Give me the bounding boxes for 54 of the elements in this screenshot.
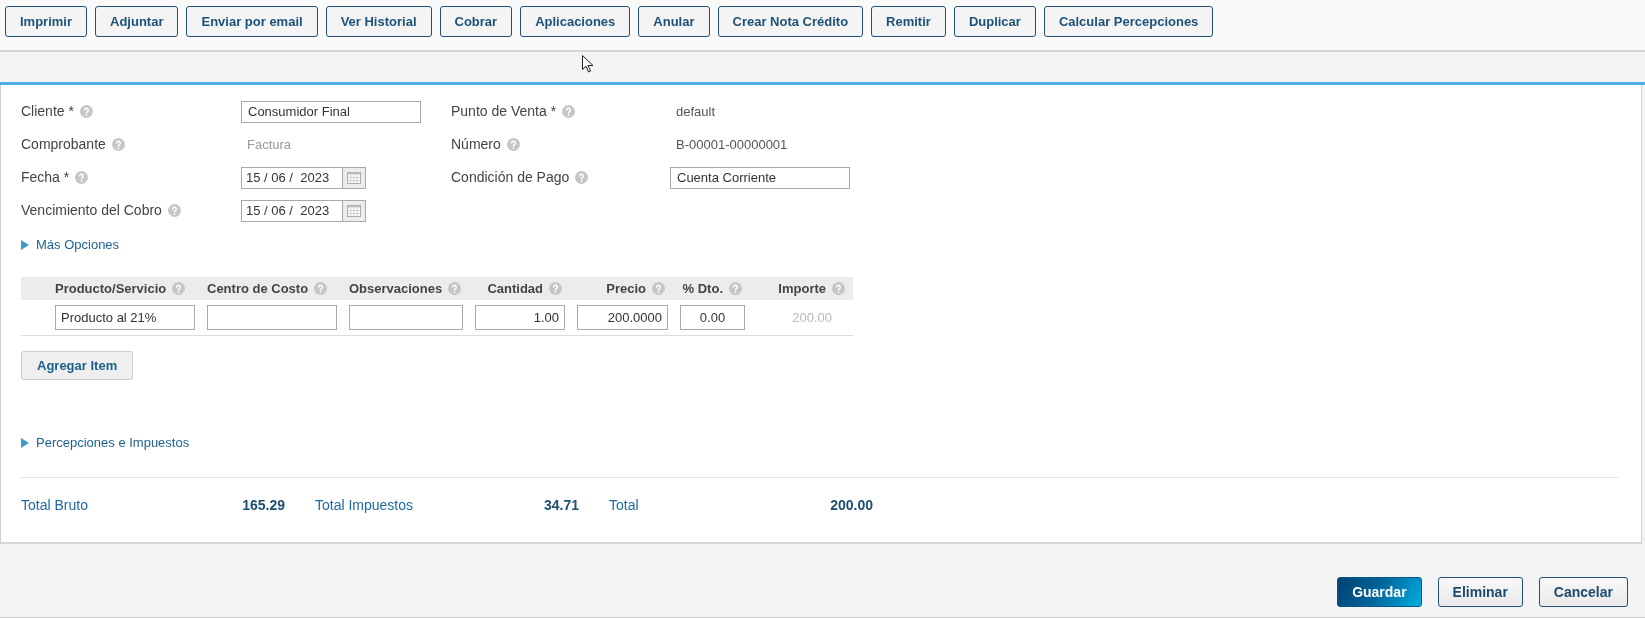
field-value: Factura (246, 136, 292, 154)
column-header: Importe (778, 279, 826, 298)
toolbar-button[interactable]: Duplicar (953, 6, 1036, 37)
table-input[interactable]: 0.00 (680, 305, 745, 330)
footer-button[interactable]: Eliminar (1437, 577, 1523, 607)
text-field[interactable]: Consumidor Final (241, 100, 421, 123)
table-input[interactable] (207, 305, 337, 330)
column-header: Centro de Costo (207, 279, 309, 298)
field-label: Punto de Venta * (451, 102, 557, 121)
field-label: Número (451, 135, 501, 154)
text-field[interactable]: Cuenta Corriente (670, 166, 850, 189)
toolbar-button[interactable]: Anular (638, 6, 710, 37)
field-value: default (675, 103, 716, 121)
date-field[interactable]: 15 / 06 / 2023 (241, 166, 342, 189)
toolbar-button[interactable]: Cobrar (439, 6, 513, 37)
table-input[interactable] (349, 305, 463, 330)
column-header: Precio (606, 279, 646, 298)
footer-button[interactable]: Cancelar (1538, 577, 1628, 607)
field-label: Cliente * (21, 102, 74, 121)
toolbar-button[interactable]: Ver Historial (325, 6, 432, 37)
column-header: Producto/Servicio (55, 279, 167, 298)
toolbar-button[interactable]: Calcular Percepciones (1043, 6, 1214, 37)
total-label: Total Impuestos (315, 495, 414, 515)
date-field[interactable]: 15 / 06 / 2023 (241, 199, 342, 222)
calendar-icon[interactable] (342, 166, 366, 189)
calendar-icon[interactable] (342, 199, 366, 222)
more-options-link[interactable]: Más Opciones (21, 235, 120, 255)
column-header: Cantidad (487, 279, 543, 298)
add-item-button[interactable]: Agregar Item (21, 351, 134, 380)
total-value: 200.00 (830, 495, 873, 515)
amount-text: 200.00 (792, 310, 832, 325)
mouse-pointer-icon (582, 55, 594, 73)
field-label: Fecha * (21, 168, 70, 187)
total-value: 34.71 (543, 495, 579, 515)
toolbar-button[interactable]: Adjuntar (95, 6, 179, 37)
table-input[interactable]: Producto al 21% (55, 305, 195, 330)
toolbar-button[interactable]: Imprimir (5, 6, 87, 37)
table-input[interactable]: 1.00 (475, 305, 565, 330)
toolbar-button[interactable]: Crear Nota Crédito (717, 6, 864, 37)
total-label: Total (609, 495, 639, 515)
table-input[interactable]: 200.0000 (577, 305, 668, 330)
field-value: B-00001-00000001 (675, 136, 788, 154)
total-value: 165.29 (242, 495, 285, 515)
toolbar-button[interactable]: Enviar por email (186, 6, 318, 37)
column-header: Observaciones (349, 279, 443, 298)
field-label: Comprobante (21, 135, 106, 154)
taxes-section-link[interactable]: Percepciones e Impuestos (21, 433, 190, 453)
field-label: Vencimiento del Cobro (21, 201, 162, 220)
column-header: % Dto. (682, 279, 723, 298)
field-label: Condición de Pago (451, 168, 570, 187)
primary-button[interactable]: Guardar (1337, 577, 1422, 607)
toolbar-button[interactable]: Aplicaciones (520, 6, 631, 37)
total-label: Total Bruto (21, 495, 88, 515)
toolbar-button[interactable]: Remitir (871, 6, 946, 37)
